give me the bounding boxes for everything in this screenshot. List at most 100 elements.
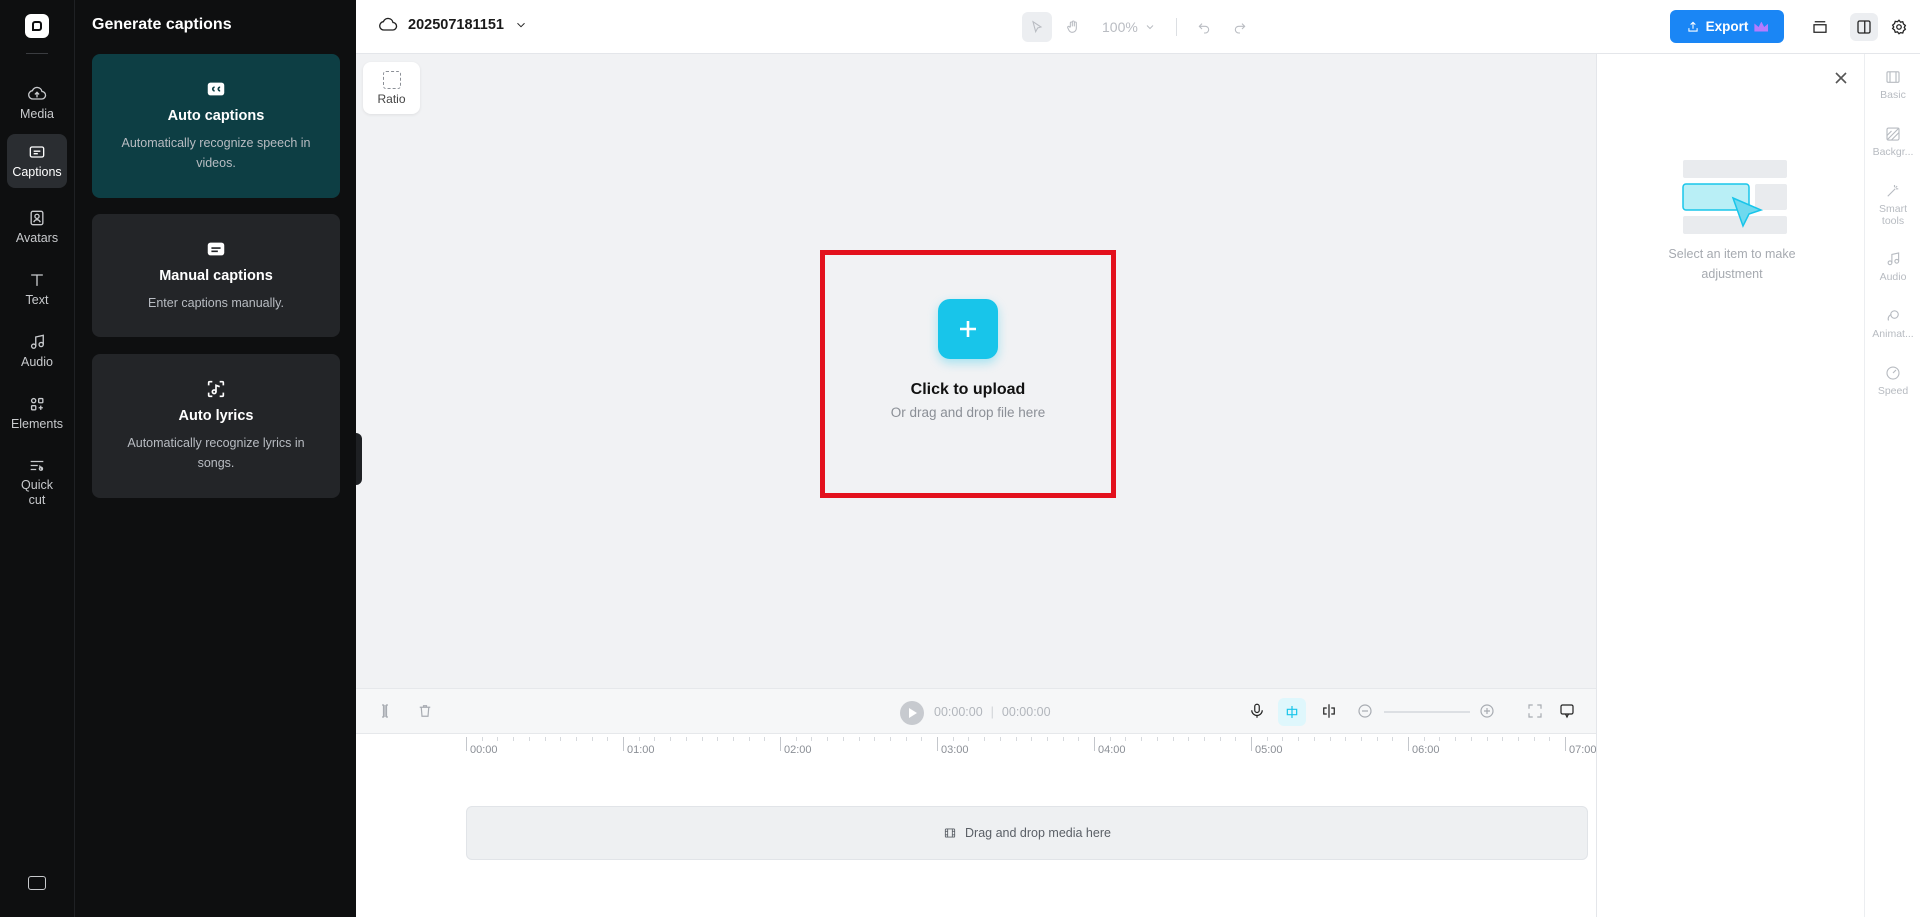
timeline-ruler[interactable]: 00:00 01:00 02:00 03:00 04:00 05:00 06:00 07:00 bbox=[356, 734, 1597, 764]
zoom-dropdown[interactable]: 100% bbox=[1094, 19, 1164, 35]
tab-background[interactable]: Backgr... bbox=[1865, 125, 1920, 158]
ruler-minor-tick bbox=[811, 737, 812, 741]
ruler-minor-tick bbox=[686, 737, 687, 741]
project-selector[interactable]: 202507181151 bbox=[378, 15, 528, 35]
ruler-minor-tick bbox=[670, 737, 671, 741]
rail-item-quick-cut[interactable]: Quick cut bbox=[7, 448, 67, 508]
layout-toggle-button[interactable] bbox=[1850, 13, 1878, 41]
rail-item-label: Quick cut bbox=[21, 478, 53, 507]
layers-button[interactable] bbox=[1806, 13, 1834, 41]
auto-lyrics-card[interactable]: Auto lyrics Automatically recognize lyri… bbox=[92, 354, 340, 498]
close-icon bbox=[1835, 72, 1847, 84]
tab-animation[interactable]: Animat... bbox=[1865, 307, 1920, 340]
cloud-icon bbox=[379, 17, 398, 31]
cc-icon bbox=[205, 78, 227, 100]
tab-basic[interactable]: Basic bbox=[1865, 68, 1920, 101]
timeline-zoom-slider[interactable] bbox=[1384, 711, 1470, 713]
rail-item-avatars[interactable]: Avatars bbox=[7, 200, 67, 250]
text-icon bbox=[31, 274, 43, 286]
split-button[interactable] bbox=[376, 702, 394, 720]
play-button[interactable] bbox=[900, 701, 924, 725]
ruler-minor-tick bbox=[874, 737, 875, 741]
upload-plus-button[interactable] bbox=[938, 299, 998, 359]
ruler-minor-tick bbox=[968, 737, 969, 741]
comment-icon bbox=[1560, 704, 1574, 719]
trash-icon bbox=[419, 705, 431, 717]
card-title: Manual captions bbox=[159, 268, 273, 284]
zoom-in-icon bbox=[1480, 704, 1494, 718]
zoom-out-button[interactable] bbox=[1356, 702, 1374, 720]
timecode: 00:00:00 | 00:00:00 bbox=[934, 705, 1051, 719]
ratio-icon bbox=[382, 70, 401, 89]
close-button[interactable] bbox=[1833, 70, 1849, 86]
project-name: 202507181151 bbox=[408, 17, 504, 33]
ruler-minor-tick bbox=[1455, 737, 1456, 741]
ruler-minor-tick bbox=[1392, 737, 1393, 741]
magic-wand-icon bbox=[1887, 185, 1899, 197]
tab-audio[interactable]: Audio bbox=[1865, 250, 1920, 283]
media-drop-track[interactable]: Drag and drop media here bbox=[466, 806, 1588, 860]
card-title: Auto captions bbox=[167, 108, 265, 124]
app-logo-icon[interactable] bbox=[25, 14, 49, 38]
panel-collapse-handle[interactable] bbox=[356, 433, 362, 485]
record-voice-button[interactable] bbox=[1248, 702, 1266, 720]
microphone-icon bbox=[1251, 703, 1263, 718]
split-scene-button[interactable] bbox=[1320, 702, 1338, 720]
delete-button[interactable] bbox=[416, 702, 434, 720]
ruler-major-tick bbox=[1408, 737, 1409, 751]
rail-item-media[interactable]: Media bbox=[7, 76, 67, 126]
tab-label: Animat... bbox=[1872, 328, 1914, 340]
rail-item-text[interactable]: Text bbox=[7, 262, 67, 312]
tab-speed[interactable]: Speed bbox=[1865, 364, 1920, 397]
ruler-minor-tick bbox=[702, 737, 703, 741]
ruler-major-tick bbox=[937, 737, 938, 751]
ruler-label: 04:00 bbox=[1098, 744, 1126, 756]
total-time: 00:00:00 bbox=[1001, 705, 1051, 719]
ruler-minor-tick bbox=[1282, 737, 1283, 741]
redo-button[interactable] bbox=[1225, 12, 1255, 42]
ruler-minor-tick bbox=[560, 737, 561, 741]
ruler-minor-tick bbox=[1534, 737, 1535, 741]
card-description: Automatically recognize lyrics in songs. bbox=[127, 436, 305, 470]
feedback-button[interactable] bbox=[1558, 702, 1576, 720]
tab-smart-tools[interactable]: Smart tools bbox=[1865, 182, 1920, 227]
snap-icon bbox=[1286, 706, 1298, 718]
keyboard-shortcuts-icon[interactable] bbox=[28, 876, 46, 890]
plus-icon bbox=[960, 321, 976, 337]
rail-item-audio[interactable]: Audio bbox=[7, 324, 67, 374]
ruler-minor-tick bbox=[1173, 737, 1174, 741]
ruler-minor-tick bbox=[1016, 737, 1017, 741]
card-description: Enter captions manually. bbox=[148, 296, 284, 310]
ruler-label: 07:00 bbox=[1569, 744, 1597, 756]
film-icon bbox=[1886, 71, 1900, 83]
ruler-minor-tick bbox=[1330, 737, 1331, 741]
tab-label: Audio bbox=[1879, 271, 1907, 283]
ruler-minor-tick bbox=[513, 737, 514, 741]
select-tool-button[interactable] bbox=[1022, 12, 1052, 42]
zoom-out-icon bbox=[1358, 704, 1372, 718]
rail-item-label: Audio bbox=[21, 355, 53, 369]
ruler-minor-tick bbox=[827, 737, 828, 741]
rail-item-label: Text bbox=[25, 293, 49, 307]
upload-dropzone[interactable]: Click to upload Or drag and drop file he… bbox=[820, 250, 1116, 498]
ruler-major-tick bbox=[466, 737, 467, 751]
settings-button[interactable] bbox=[1885, 13, 1913, 41]
undo-button[interactable] bbox=[1189, 12, 1219, 42]
manual-captions-card[interactable]: Manual captions Enter captions manually. bbox=[92, 214, 340, 337]
rail-item-elements[interactable]: Elements bbox=[7, 386, 67, 436]
ruler-minor-tick bbox=[921, 737, 922, 741]
hand-tool-button[interactable] bbox=[1058, 12, 1088, 42]
ratio-button[interactable]: Ratio bbox=[363, 62, 420, 114]
ruler-major-tick bbox=[1251, 737, 1252, 751]
rail-item-captions[interactable]: Captions bbox=[7, 134, 67, 188]
auto-snap-toggle[interactable] bbox=[1278, 698, 1306, 726]
fullscreen-button[interactable] bbox=[1526, 702, 1544, 720]
auto-captions-card[interactable]: Auto captions Automatically recognize sp… bbox=[92, 54, 340, 198]
avatar-icon bbox=[30, 210, 44, 226]
music-note-icon bbox=[30, 334, 44, 349]
export-button[interactable]: Export bbox=[1670, 10, 1784, 43]
rail-divider bbox=[26, 53, 48, 54]
ruler-minor-tick bbox=[545, 737, 546, 741]
zoom-in-button[interactable] bbox=[1478, 702, 1496, 720]
zoom-level: 100% bbox=[1102, 19, 1138, 35]
